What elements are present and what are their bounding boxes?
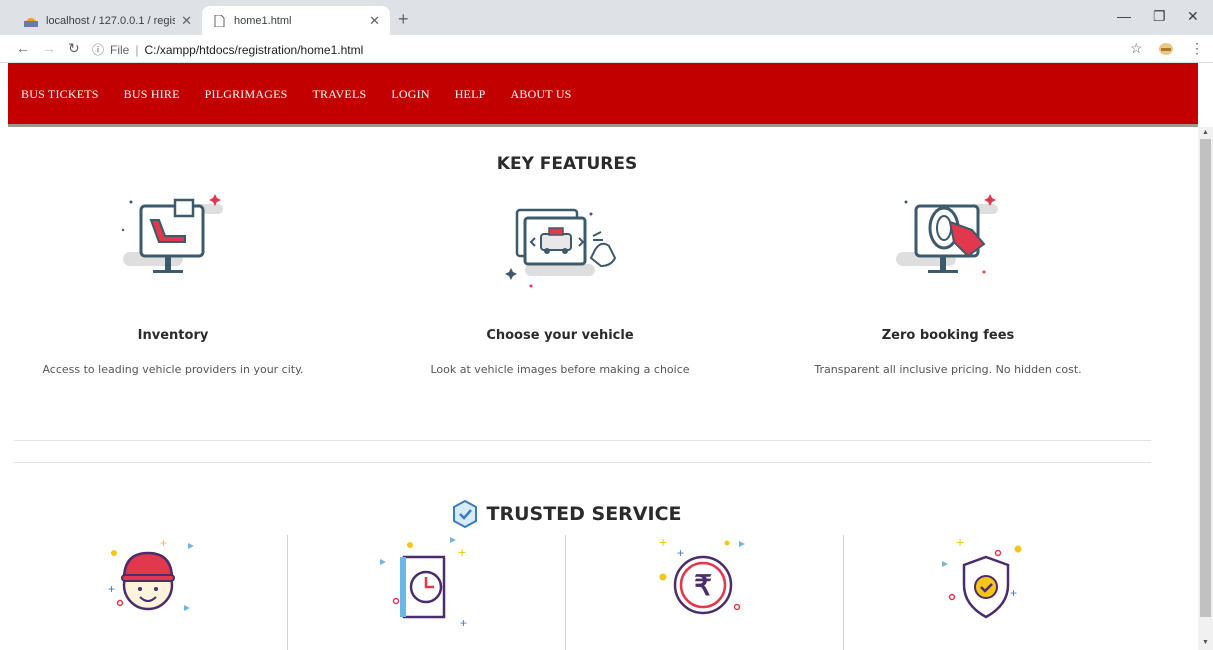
bookmark-star-icon[interactable]: ☆: [1130, 40, 1143, 57]
svg-text:+: +: [460, 616, 467, 630]
vehicle-gallery-icon: [505, 208, 617, 288]
trusted-service-heading: TRUSTED SERVICE: [8, 500, 1126, 528]
svg-text:₹: ₹: [694, 570, 712, 601]
section-divider: [14, 440, 1151, 441]
svg-text:+: +: [108, 582, 115, 596]
nav-travels[interactable]: TRAVELS: [313, 87, 367, 102]
svg-text:+: +: [1010, 586, 1017, 600]
browser-toolbar: ← → ↻ ⓘ File | C:/xampp/htdocs/registrat…: [0, 35, 1213, 63]
page-content: KEY FEATURES Inventory Access to leading…: [8, 130, 1198, 650]
rupee-coin-icon: ₹ + +: [659, 535, 745, 615]
nav-about-us[interactable]: ABOUT US: [511, 87, 572, 102]
new-tab-icon[interactable]: +: [398, 9, 409, 30]
feature-title: Choose your vehicle: [486, 328, 634, 343]
page-scrollbar[interactable]: ▲ ▼: [1198, 127, 1213, 650]
driver-face-icon: ++: [108, 536, 194, 611]
column-divider: [843, 535, 844, 650]
svg-text:+: +: [659, 535, 667, 550]
forward-icon[interactable]: →: [42, 40, 56, 56]
address-separator: |: [135, 42, 139, 57]
url-text: C:/xampp/htdocs/registration/home1.html: [144, 42, 364, 57]
svg-text:+: +: [956, 535, 964, 550]
close-window-icon[interactable]: ✕: [1187, 8, 1199, 25]
close-tab-icon[interactable]: ✕: [369, 13, 380, 29]
clock-book-icon: + +: [380, 537, 467, 630]
feature-inventory: Inventory Access to leading vehicle prov…: [8, 190, 338, 376]
seat-monitor-icon: [121, 194, 223, 273]
column-divider: [287, 535, 288, 650]
nav-bus-hire[interactable]: BUS HIRE: [124, 87, 180, 102]
tab-home1[interactable]: home1.html ✕: [202, 6, 390, 35]
browser-tab-strip: localhost / 127.0.0.1 / registratio ✕ ho…: [0, 0, 1213, 35]
scrollbar-thumb[interactable]: [1200, 139, 1211, 617]
feature-description: Access to leading vehicle providers in y…: [42, 363, 304, 376]
info-icon[interactable]: ⓘ: [92, 41, 104, 58]
feature-zero-booking-fees: Zero booking fees Transparent all inclus…: [783, 190, 1113, 376]
nav-help[interactable]: HELP: [455, 87, 486, 102]
feature-choose-vehicle: Choose your vehicle Look at vehicle imag…: [395, 190, 725, 376]
feature-description: Transparent all inclusive pricing. No hi…: [814, 363, 1082, 376]
nav-pilgrimages[interactable]: PILGRIMAGES: [205, 87, 288, 102]
site-navbar: BUS TICKETS BUS HIRE PILGRIMAGES TRAVELS…: [8, 63, 1198, 127]
nav-bus-tickets[interactable]: BUS TICKETS: [21, 87, 99, 102]
section-divider: [14, 462, 1151, 463]
scroll-up-icon[interactable]: ▲: [1202, 129, 1209, 136]
column-divider: [565, 535, 566, 650]
close-tab-icon[interactable]: ✕: [181, 13, 192, 29]
shield-check-icon: + +: [942, 535, 1022, 619]
verified-badge-icon: [453, 500, 478, 528]
tab-phpmyadmin[interactable]: localhost / 127.0.0.1 / registratio ✕: [14, 6, 202, 35]
svg-text:+: +: [160, 536, 167, 550]
nav-login[interactable]: LOGIN: [391, 87, 429, 102]
tab-label: localhost / 127.0.0.1 / registratio: [46, 14, 176, 27]
restore-icon[interactable]: ❐: [1153, 8, 1166, 25]
price-tag-monitor-icon: [896, 194, 998, 274]
menu-kebab-icon[interactable]: ⋮: [1190, 40, 1204, 57]
scroll-down-icon[interactable]: ▼: [1202, 639, 1209, 646]
feature-title: Zero booking fees: [881, 328, 1015, 343]
back-icon[interactable]: ←: [16, 40, 30, 56]
svg-text:+: +: [458, 544, 466, 560]
address-bar[interactable]: ⓘ File | C:/xampp/htdocs/registration/ho…: [92, 41, 363, 58]
feature-title: Inventory: [137, 328, 209, 343]
key-features-heading: KEY FEATURES: [496, 154, 638, 174]
trusted-service-title: TRUSTED SERVICE: [486, 503, 682, 525]
document-icon: [214, 14, 225, 27]
reload-icon[interactable]: ↻: [68, 40, 80, 57]
feature-description: Look at vehicle images before making a c…: [430, 363, 690, 376]
scheme-label: File: [110, 42, 130, 57]
extension-icon[interactable]: [1158, 42, 1174, 56]
minimize-icon[interactable]: —: [1117, 8, 1131, 24]
phpmyadmin-favicon-icon: [24, 17, 38, 27]
svg-text:+: +: [677, 546, 684, 560]
tab-label: home1.html: [234, 14, 292, 27]
